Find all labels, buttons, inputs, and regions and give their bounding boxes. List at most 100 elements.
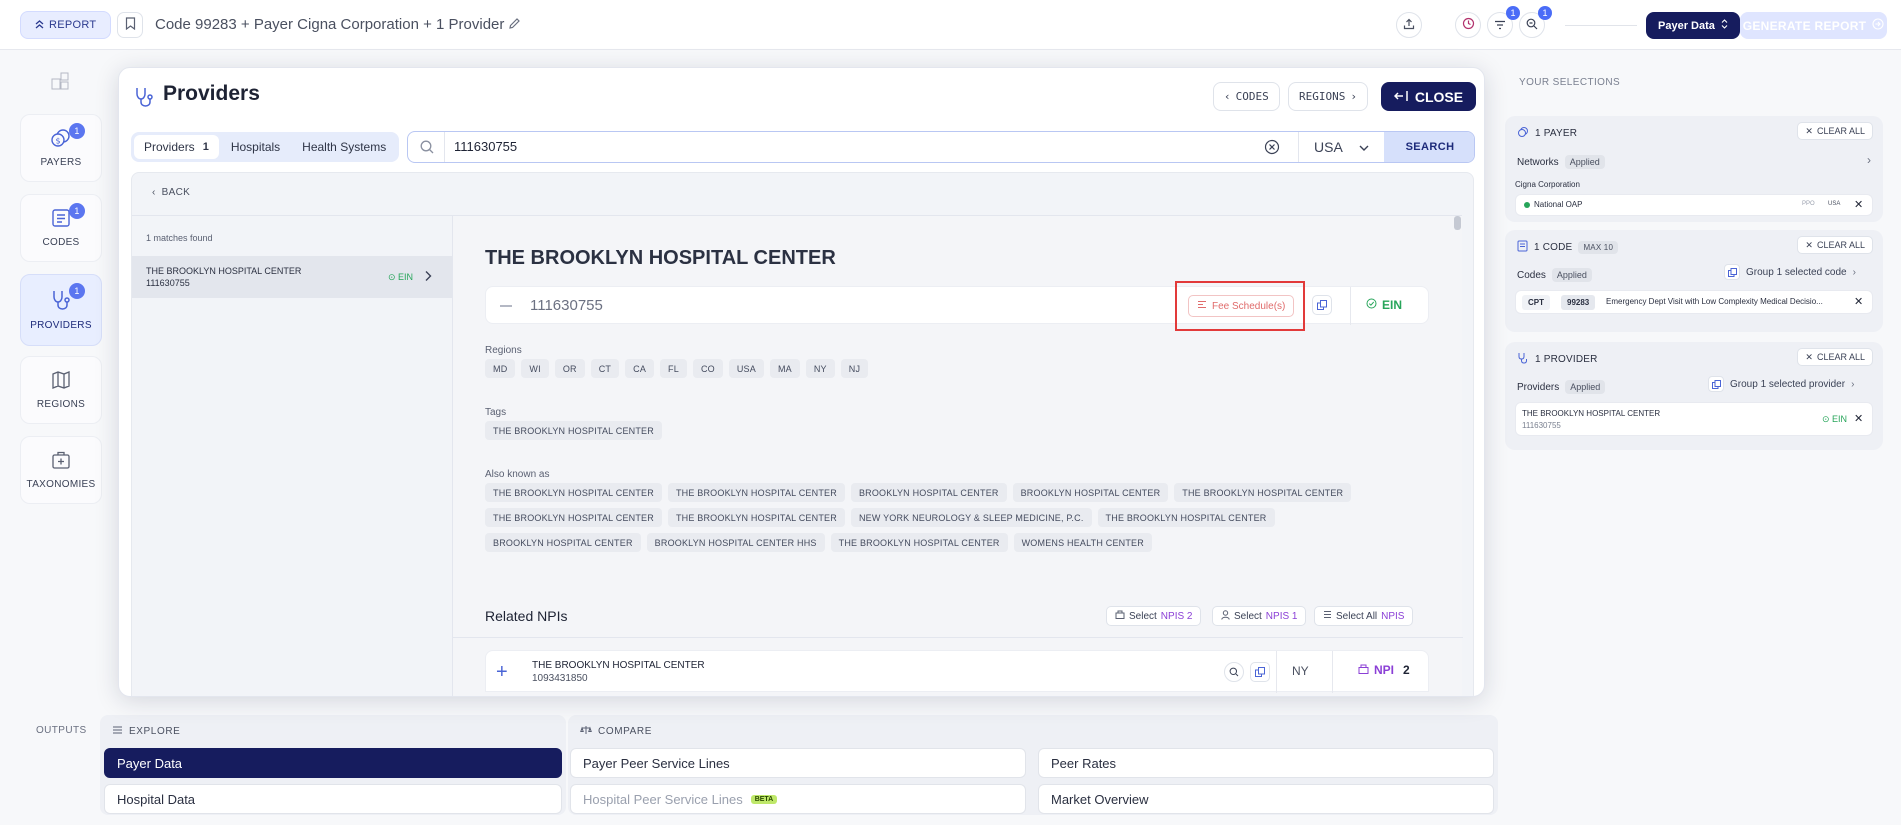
tab-providers-count: 1 <box>202 141 209 153</box>
generate-report-button[interactable]: GENERATE REPORT <box>1740 12 1887 39</box>
region-chip: NJ <box>840 359 869 378</box>
selections-title: YOUR SELECTIONS <box>1519 77 1621 88</box>
medical-kit-icon <box>51 450 71 473</box>
networks-row[interactable]: Networks Applied <box>1517 155 1605 169</box>
aka-chip: BROOKLYN HOSPITAL CENTER <box>850 483 1007 502</box>
group-code-button[interactable]: Group 1 selected code › <box>1724 264 1856 280</box>
npi-search-button[interactable] <box>1224 662 1244 682</box>
close-button[interactable]: CLOSE <box>1381 82 1476 111</box>
compare-label: COMPARE <box>598 726 653 737</box>
svg-text:$: $ <box>56 137 61 146</box>
payer-data-button[interactable]: Payer Data <box>1646 12 1740 39</box>
region-chip: CT <box>590 359 620 378</box>
select-npis-2-button[interactable]: Select NPIS 2 <box>1106 606 1202 626</box>
pencil-icon[interactable] <box>508 17 521 33</box>
clear-all-provider-button[interactable]: ✕ CLEAR ALL <box>1797 348 1873 366</box>
group-provider-label: Group 1 selected provider <box>1730 378 1846 390</box>
region-chip: MD <box>485 359 516 378</box>
payer-org-name: Cigna Corporation <box>1515 180 1580 189</box>
remove-icon[interactable]: ✕ <box>1854 412 1863 425</box>
market-overview-output[interactable]: Market Overview <box>1038 784 1494 814</box>
chevron-updown-icon <box>1721 19 1728 32</box>
upload-icon <box>1403 18 1415 33</box>
beta-badge: BETA <box>750 794 778 804</box>
report-button[interactable]: REPORT <box>20 11 112 39</box>
explore-title: EXPLORE <box>112 725 180 738</box>
generate-report-label: GENERATE REPORT <box>1742 18 1867 33</box>
code-head-label: 1 CODE <box>1534 242 1573 253</box>
close-label: CLOSE <box>1414 88 1464 105</box>
npi-copy-button[interactable] <box>1250 662 1270 682</box>
history-button[interactable] <box>1455 12 1481 38</box>
nav-providers[interactable]: 1 PROVIDERS <box>20 274 102 346</box>
npi-row: + THE BROOKLYN HOSPITAL CENTER 109343185… <box>485 650 1429 693</box>
applied-badge: Applied <box>1564 155 1605 169</box>
result-row[interactable]: THE BROOKLYN HOSPITAL CENTER 111630755 ⊙… <box>132 256 452 298</box>
tab-providers[interactable]: Providers 1 <box>134 135 219 159</box>
country-select[interactable]: USA <box>1314 139 1343 155</box>
clear-search-icon[interactable] <box>1264 139 1280 158</box>
nav-taxonomies[interactable]: TAXONOMIES <box>20 436 102 504</box>
hospital-peer-output[interactable]: Hospital Peer Service Lines BETA <box>570 784 1026 814</box>
modal-title: Providers <box>163 82 260 105</box>
aka-chip: THE BROOKLYN HOSPITAL CENTER <box>667 483 845 502</box>
remove-icon[interactable]: ✕ <box>1854 295 1863 308</box>
codes-nav-button[interactable]: ‹ CODES <box>1213 82 1280 111</box>
code-selection-card: 1 CODE MAX 10 ✕ CLEAR ALL Codes Applied G… <box>1505 230 1883 332</box>
regions-label: Regions <box>485 345 522 356</box>
select-all-npis-button[interactable]: Select All NPIS <box>1314 606 1414 626</box>
aka-chip: NEW YORK NEUROLOGY & SLEEP MEDICINE, P.C… <box>850 508 1092 527</box>
clear-all-code-button[interactable]: ✕ CLEAR ALL <box>1797 236 1873 254</box>
chevron-down-icon[interactable] <box>1358 141 1370 156</box>
layout-icon[interactable] <box>51 72 69 93</box>
collapse-icon[interactable] <box>500 305 512 307</box>
payer-data-output-label: Payer Data <box>117 755 183 771</box>
remove-icon[interactable]: ✕ <box>1854 198 1863 211</box>
filter-icon <box>1494 18 1506 33</box>
tab-hospitals[interactable]: Hospitals <box>221 135 290 159</box>
search-button[interactable]: SEARCH <box>1384 132 1474 162</box>
check-circle-icon <box>1366 298 1377 312</box>
chevrons-up-icon <box>35 19 44 32</box>
nav-payers[interactable]: 1 $ PAYERS <box>20 114 102 182</box>
zoom-icon <box>1526 18 1538 33</box>
divider <box>1332 651 1333 693</box>
code-type-tag: CPT <box>1522 295 1550 310</box>
scrollbar[interactable] <box>1454 216 1461 230</box>
sliders-icon <box>112 725 123 738</box>
related-npis-title: Related NPIs <box>485 608 568 624</box>
payer-data-output[interactable]: Payer Data <box>104 748 562 778</box>
nav-codes[interactable]: 1 CODES <box>20 194 102 262</box>
nav-regions[interactable]: REGIONS <box>20 356 102 424</box>
document-icon <box>51 208 71 231</box>
nav-payers-label: PAYERS <box>40 157 82 168</box>
status-dot <box>1524 202 1530 208</box>
codes-row[interactable]: Codes Applied <box>1517 268 1592 282</box>
payer-peer-output[interactable]: Payer Peer Service Lines <box>570 748 1026 778</box>
select-npis-1-button[interactable]: Select NPIS 1 <box>1212 606 1307 626</box>
clear-all-payer-button[interactable]: ✕ CLEAR ALL <box>1797 122 1873 140</box>
copy-button[interactable] <box>1312 295 1332 315</box>
share-button[interactable] <box>1396 12 1422 38</box>
fee-schedule-button[interactable]: Fee Schedule(s) <box>1188 295 1295 317</box>
compare-column: COMPARE Payer Peer Service Lines Hospita… <box>568 715 1498 815</box>
chevron-right-icon[interactable]: › <box>1867 153 1871 167</box>
plus-icon[interactable]: + <box>496 661 508 684</box>
market-overview-output-label: Market Overview <box>1051 791 1149 807</box>
bookmark-button[interactable] <box>117 12 143 38</box>
select-label: Select <box>1234 610 1262 622</box>
applied-badge: Applied <box>1565 380 1606 394</box>
regions-nav-button[interactable]: REGIONS › <box>1288 82 1368 111</box>
group-provider-button[interactable]: Group 1 selected provider › <box>1708 376 1854 392</box>
peer-rates-output[interactable]: Peer Rates <box>1038 748 1494 778</box>
nav-taxonomies-label: TAXONOMIES <box>26 479 96 490</box>
npi-state: NY <box>1292 664 1309 678</box>
hospital-data-output[interactable]: Hospital Data <box>104 784 562 814</box>
providers-row[interactable]: Providers Applied <box>1517 380 1606 394</box>
back-button[interactable]: ‹ BACK <box>152 187 190 198</box>
tab-health-systems[interactable]: Health Systems <box>292 135 396 159</box>
search-input[interactable]: 111630755 <box>454 139 517 154</box>
top-bar: REPORT Code 99283 + Payer Cigna Corporat… <box>0 0 1901 50</box>
npi-badge-label: NPI <box>1374 663 1395 677</box>
region-chip: CO <box>692 359 723 378</box>
